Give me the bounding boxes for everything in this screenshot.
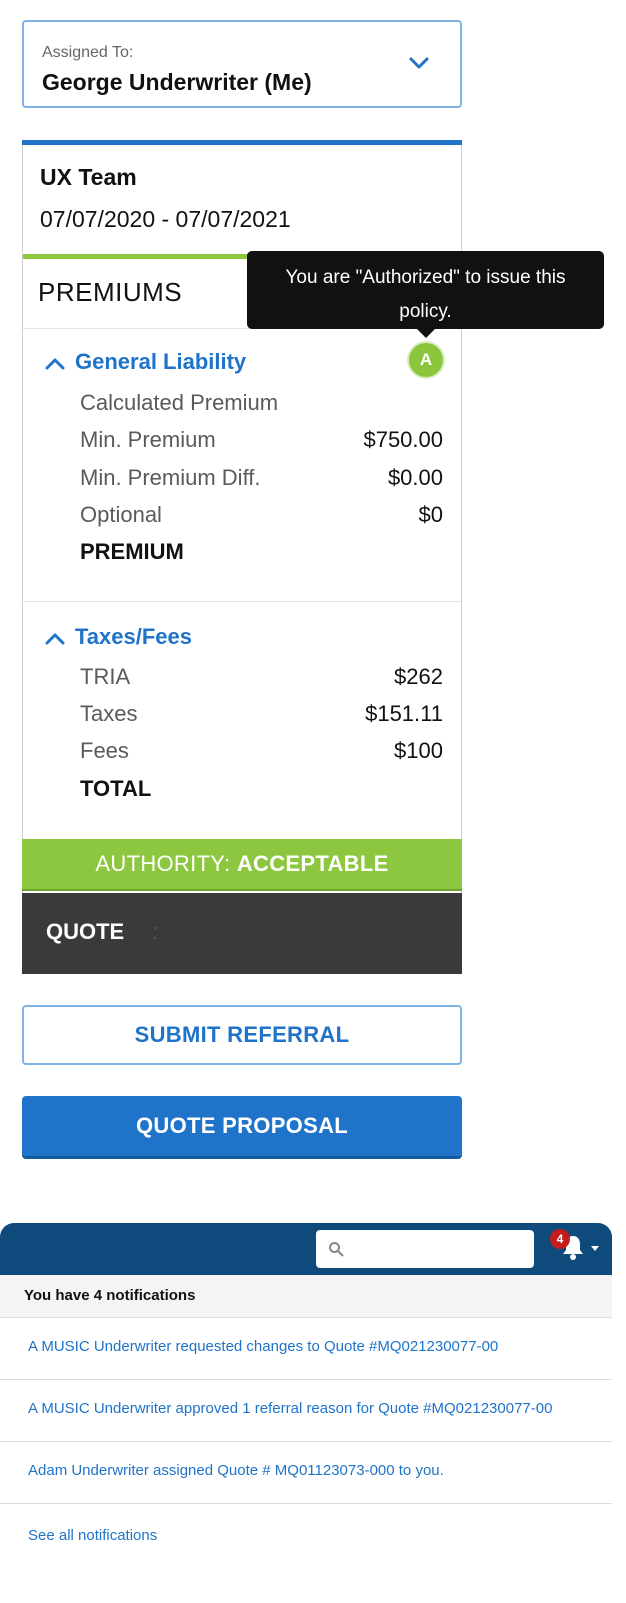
row-value: $100 bbox=[394, 738, 443, 763]
row-value: $0 bbox=[418, 502, 443, 527]
notifications-summary-text: You have 4 notifications bbox=[24, 1287, 196, 1304]
authorized-badge[interactable]: A bbox=[409, 343, 443, 377]
quote-proposal-button[interactable]: QUOTE PROPOSAL bbox=[22, 1096, 462, 1159]
assigned-to-value: George Underwriter (Me) bbox=[42, 69, 312, 95]
authority-status: ACCEPTABLE bbox=[236, 851, 389, 876]
notification-item[interactable]: A MUSIC Underwriter approved 1 referral … bbox=[0, 1380, 612, 1442]
assigned-to-label: Assigned To: bbox=[42, 44, 134, 61]
taxes-fees-heading: Taxes/Fees bbox=[75, 624, 193, 649]
general-liability-heading: General Liability bbox=[75, 349, 247, 374]
notification-link[interactable]: A MUSIC Underwriter requested changes to… bbox=[28, 1338, 498, 1355]
see-all-notifications-link[interactable]: See all notifications bbox=[28, 1527, 157, 1544]
authority-status-bar: AUTHORITY: ACCEPTABLE bbox=[22, 839, 462, 891]
notifications-panel: 4 You have 4 notifications A MUSIC Under… bbox=[0, 1223, 612, 1603]
notifications-header: 4 bbox=[0, 1223, 612, 1275]
notification-link[interactable]: Adam Underwriter assigned Quote # MQ0112… bbox=[28, 1462, 444, 1479]
row-label: Taxes bbox=[80, 701, 138, 726]
search-icon bbox=[329, 1242, 344, 1257]
quote-label: QUOTE bbox=[46, 919, 125, 944]
progress-indicator bbox=[23, 254, 249, 259]
chevron-up-icon bbox=[45, 358, 65, 370]
search-input[interactable] bbox=[316, 1230, 534, 1268]
notification-item[interactable]: A MUSIC Underwriter requested changes to… bbox=[0, 1318, 612, 1380]
row-label: Optional bbox=[80, 502, 162, 527]
premiums-title: PREMIUMS bbox=[38, 277, 183, 307]
row-label: TRIA bbox=[80, 664, 131, 689]
tooltip-arrow bbox=[417, 329, 435, 338]
assigned-to-dropdown[interactable]: Assigned To: George Underwriter (Me) bbox=[22, 20, 462, 108]
caret-down-icon[interactable] bbox=[591, 1246, 599, 1251]
quote-bar: QUOTE : bbox=[22, 893, 462, 974]
general-liability-toggle[interactable]: General Liability bbox=[45, 349, 246, 375]
taxes-fees-toggle[interactable]: Taxes/Fees bbox=[45, 624, 192, 650]
row-value: $151.11 bbox=[365, 701, 443, 726]
row-value: $750.00 bbox=[363, 427, 443, 452]
notification-link[interactable]: A MUSIC Underwriter approved 1 referral … bbox=[28, 1400, 552, 1417]
policy-team-name: UX Team bbox=[40, 164, 137, 190]
notifications-summary: You have 4 notifications bbox=[0, 1275, 612, 1318]
notification-count-badge: 4 bbox=[550, 1229, 570, 1249]
premium-total-label: PREMIUM bbox=[80, 539, 184, 564]
authorized-tooltip: You are "Authorized" to issue this polic… bbox=[247, 251, 604, 329]
policy-dates: 07/07/2020 - 07/07/2021 bbox=[40, 206, 291, 232]
chevron-up-icon bbox=[45, 633, 65, 645]
notification-item[interactable]: Adam Underwriter assigned Quote # MQ0112… bbox=[0, 1442, 612, 1504]
chevron-down-icon[interactable] bbox=[408, 52, 430, 74]
row-label: Calculated Premium bbox=[80, 390, 279, 415]
row-value: $0.00 bbox=[387, 465, 443, 490]
submit-referral-button[interactable]: SUBMIT REFERRAL bbox=[22, 1005, 462, 1065]
divider bbox=[23, 601, 461, 602]
total-label: TOTAL bbox=[80, 776, 152, 801]
row-label: Min. Premium Diff. bbox=[80, 465, 261, 490]
row-label: Min. Premium bbox=[80, 427, 216, 452]
row-label: Fees bbox=[80, 738, 129, 763]
row-value: $262 bbox=[394, 664, 443, 689]
quote-separator: : bbox=[152, 919, 159, 944]
authority-label: AUTHORITY: bbox=[95, 851, 237, 876]
card-top-accent bbox=[22, 140, 462, 145]
